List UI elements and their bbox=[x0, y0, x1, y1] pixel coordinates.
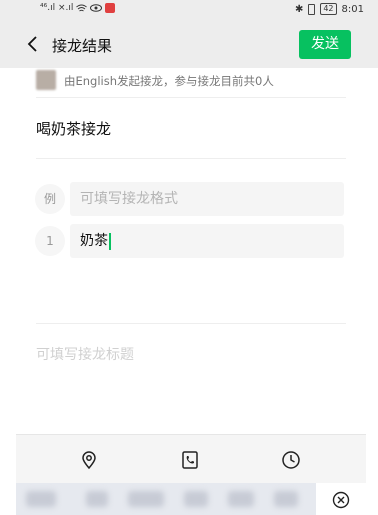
bluetooth-icon: ✱ bbox=[294, 3, 304, 15]
keyboard-suggestion-bar bbox=[16, 483, 316, 515]
close-icon[interactable] bbox=[332, 491, 350, 509]
bottom-toolbar bbox=[16, 434, 366, 483]
wifi-icon bbox=[76, 4, 88, 11]
topic-text[interactable]: 喝奶茶接龙 bbox=[36, 118, 111, 139]
keyboard-suggestion[interactable] bbox=[86, 491, 108, 507]
keyboard-suggestion[interactable] bbox=[184, 491, 208, 507]
initiator-info-text: 由English发起接龙，参与接龙目前共0人 bbox=[64, 74, 274, 88]
location-icon[interactable] bbox=[79, 450, 99, 470]
signal-icon: ⁴⁶.ıl ×.ıl bbox=[40, 3, 74, 13]
header-bar: 接龙结果 发送 bbox=[0, 20, 378, 68]
send-button[interactable]: 发送 bbox=[299, 30, 351, 59]
text-cursor bbox=[109, 232, 111, 250]
keyboard-suggestion[interactable] bbox=[228, 491, 254, 507]
entry-value-1: 奶茶 bbox=[80, 233, 108, 249]
row-number-example: 例 bbox=[35, 184, 65, 214]
divider bbox=[36, 97, 346, 98]
clock-icon[interactable] bbox=[281, 450, 301, 470]
divider bbox=[36, 323, 346, 324]
divider bbox=[36, 158, 346, 159]
back-arrow-icon[interactable] bbox=[24, 34, 44, 54]
example-format-input[interactable]: 可填写接龙格式 bbox=[70, 182, 344, 216]
page-title: 接龙结果 bbox=[52, 37, 113, 55]
keyboard-suggestion[interactable] bbox=[128, 491, 164, 507]
status-bar: ⁴⁶.ıl ×.ıl ✱ 42 8:01 bbox=[0, 0, 378, 20]
avatar bbox=[36, 70, 56, 90]
keyboard-close-area bbox=[316, 483, 378, 515]
status-bar-right: ✱ 42 8:01 bbox=[295, 3, 364, 15]
title-placeholder[interactable]: 可填写接龙标题 bbox=[36, 344, 134, 364]
vibrate-icon bbox=[308, 3, 316, 15]
eye-icon bbox=[90, 4, 103, 12]
clock-time: 8:01 bbox=[341, 3, 364, 15]
initiator-info: 由English发起接龙，参与接龙目前共0人 bbox=[36, 70, 346, 98]
phone-icon[interactable] bbox=[180, 450, 200, 470]
battery-icon: 42 bbox=[320, 3, 337, 15]
example-format-placeholder: 可填写接龙格式 bbox=[80, 191, 178, 207]
row-number-1: 1 bbox=[35, 226, 65, 256]
keyboard-suggestion[interactable] bbox=[274, 491, 298, 507]
status-bar-left: ⁴⁶.ıl ×.ıl bbox=[40, 3, 116, 13]
entry-input-1[interactable]: 奶茶 bbox=[70, 224, 344, 258]
app-notification-icon bbox=[105, 3, 116, 13]
keyboard-suggestion[interactable] bbox=[26, 491, 56, 507]
